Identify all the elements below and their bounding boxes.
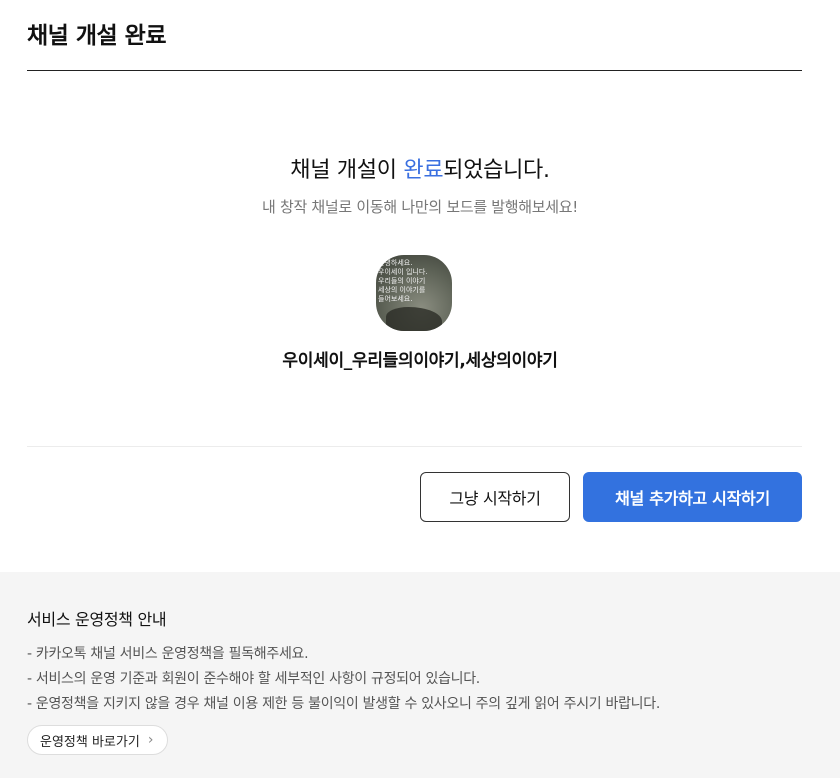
- policy-item: - 서비스의 운영 기준과 회원이 준수해야 할 세부적인 사항이 규정되어 있…: [27, 671, 480, 687]
- policy-item: - 운영정책을 지키지 않을 경우 채널 이용 제한 등 불이익이 발생할 수 …: [27, 696, 660, 712]
- page-header: 채널 개설 완료: [27, 0, 802, 71]
- policy-section: 서비스 운영정책 안내 - 카카오톡 채널 서비스 운영정책을 필독해주세요. …: [0, 572, 840, 778]
- add-channel-and-start-button[interactable]: 채널 추가하고 시작하기: [583, 472, 802, 522]
- completion-title-after: 되었습니다.: [443, 158, 550, 183]
- completion-subtitle: 내 창작 채널로 이동해 나만의 보드를 발행해보세요!: [261, 198, 579, 216]
- divider: [27, 446, 802, 447]
- policy-item: - 카카오톡 채널 서비스 운영정책을 필독해주세요.: [27, 646, 309, 662]
- avatar-photo-shape: [386, 307, 442, 331]
- channel-avatar: 안녕하세요. 우이세이 입니다. 우리들의 이야기 세상의 이야기를 들어보세요…: [376, 255, 452, 331]
- policy-link-label: 운영정책 바로가기: [40, 734, 140, 750]
- completion-title: 채널 개설이 완료되었습니다.: [0, 152, 840, 184]
- avatar-text: 안녕하세요. 우이세이 입니다. 우리들의 이야기 세상의 이야기를 들어보세요…: [378, 259, 428, 303]
- channel-name: 우이세이_우리들의이야기,세상의이야기: [282, 351, 558, 371]
- policy-title: 서비스 운영정책 안내: [27, 610, 167, 629]
- policy-link-button[interactable]: 운영정책 바로가기 ›: [27, 725, 169, 755]
- just-start-button[interactable]: 그냥 시작하기: [420, 472, 570, 522]
- completion-title-before: 채널 개설이: [290, 158, 404, 183]
- chevron-right-icon: ›: [147, 732, 154, 748]
- completion-title-accent: 완료: [403, 158, 444, 183]
- policy-list: - 카카오톡 채널 서비스 운영정책을 필독해주세요. - 서비스의 운영 기준…: [27, 642, 660, 717]
- page-title: 채널 개설 완료: [27, 23, 166, 49]
